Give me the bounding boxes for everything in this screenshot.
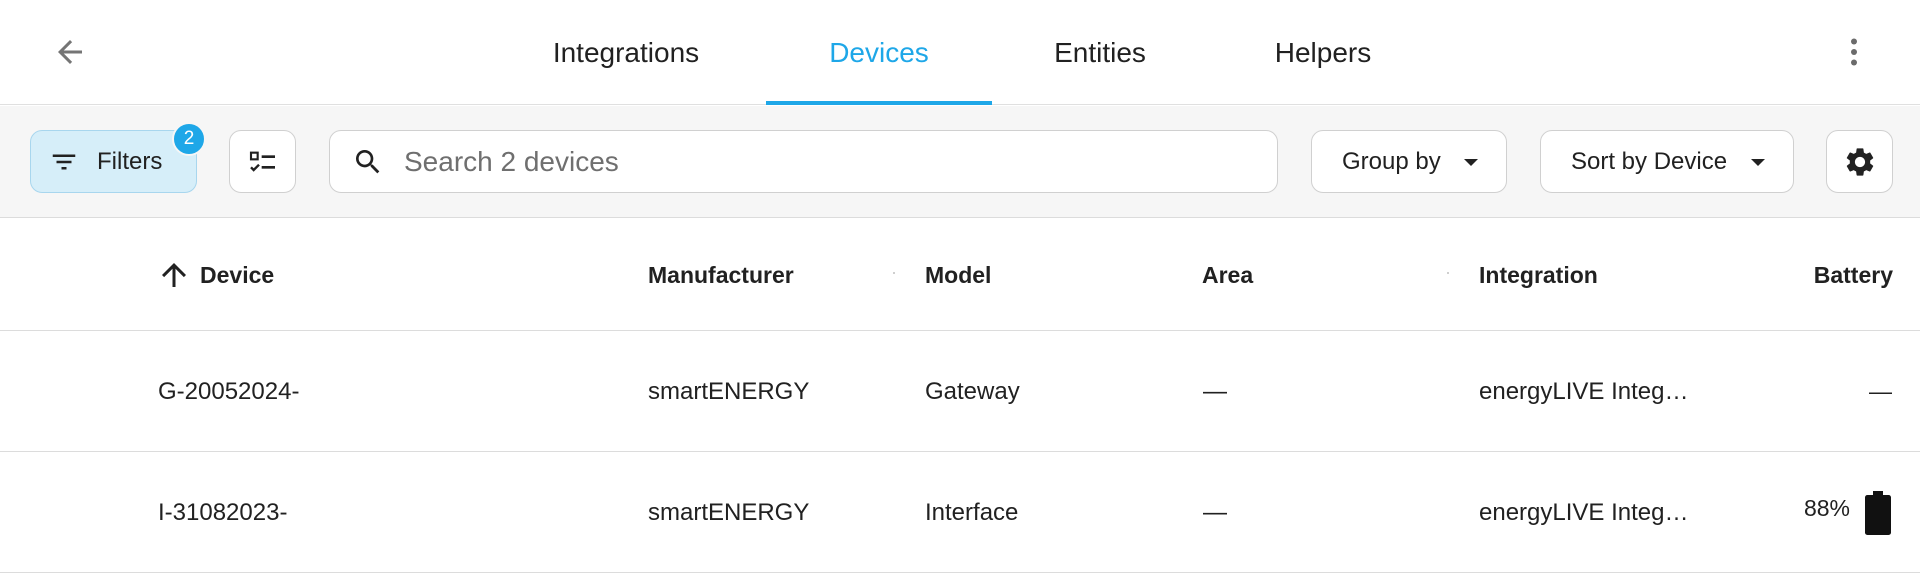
tab-helpers[interactable]: Helpers [1260, 0, 1386, 105]
filters-label: Filters [97, 147, 163, 175]
back-button[interactable] [40, 22, 100, 82]
search-field[interactable] [329, 130, 1278, 193]
magnify-icon [356, 149, 380, 173]
column-header-integration[interactable]: Integration [1479, 219, 1598, 331]
cog-icon [1846, 147, 1873, 176]
cell-model: Interface [925, 498, 1019, 526]
cell-battery: 88% [1804, 452, 1892, 573]
cell-manufacturer: smartENERGY [648, 377, 810, 405]
selection-mode-button[interactable] [229, 130, 296, 193]
group-by-label: Group by [1342, 147, 1441, 175]
column-label-device: Device [200, 261, 275, 288]
tab-entities[interactable]: Entities [1030, 0, 1170, 105]
cell-battery: — [1869, 331, 1892, 452]
sort-by-dropdown[interactable]: Sort by Device [1540, 130, 1794, 193]
battery-icon [1865, 490, 1891, 535]
column-header-manufacturer[interactable]: Manufacturer [648, 219, 794, 331]
table-row[interactable]: G-20052024- smartENERGY Gateway — energy… [0, 331, 1920, 452]
arrow-up-icon [162, 263, 186, 287]
table-header: Device Manufacturer Model Area Integrati… [0, 219, 1920, 331]
column-header-model[interactable]: Model [925, 219, 991, 331]
column-header-area[interactable]: Area [1202, 219, 1253, 331]
search-input[interactable] [404, 145, 1254, 178]
filter-icon [52, 154, 76, 169]
column-header-battery[interactable]: Battery [1814, 219, 1893, 331]
column-resize-handle[interactable] [1447, 272, 1449, 274]
cell-manufacturer: smartENERGY [648, 498, 810, 526]
data-table-toolbar: Filters 2 Group by Sort by Device [0, 106, 1920, 218]
cell-integration: energyLIVE Integ… [1479, 498, 1689, 526]
caret-down-icon [1751, 159, 1765, 166]
cell-integration: energyLIVE Integ… [1479, 377, 1689, 405]
cell-area: — [1203, 377, 1227, 405]
cell-model: Gateway [925, 377, 1020, 405]
cell-device: I-31082023- [158, 498, 288, 526]
column-resize-handle[interactable] [893, 272, 895, 274]
table-row[interactable]: I-31082023- smartENERGY Interface — ener… [0, 452, 1920, 573]
battery-value: — [1869, 378, 1892, 404]
table-settings-button[interactable] [1826, 130, 1893, 193]
cell-device: G-20052024- [158, 377, 300, 405]
caret-down-icon [1464, 159, 1478, 166]
battery-value: 88% [1803, 495, 1850, 521]
top-app-bar: Integrations Devices Entities Helpers [0, 0, 1920, 105]
more-options-button[interactable] [1830, 22, 1878, 82]
sort-by-label: Sort by Device [1571, 147, 1728, 175]
filters-count-badge: 2 [172, 122, 206, 156]
checklist-icon [249, 151, 275, 172]
arrow-left-icon [58, 40, 82, 64]
column-header-device[interactable]: Device [156, 219, 274, 331]
group-by-dropdown[interactable]: Group by [1311, 130, 1507, 193]
active-tab-indicator [766, 101, 992, 105]
cell-area: — [1203, 498, 1227, 526]
tab-devices[interactable]: Devices [766, 0, 992, 105]
tab-integrations[interactable]: Integrations [530, 0, 722, 105]
dots-vertical-icon [1851, 38, 1857, 66]
